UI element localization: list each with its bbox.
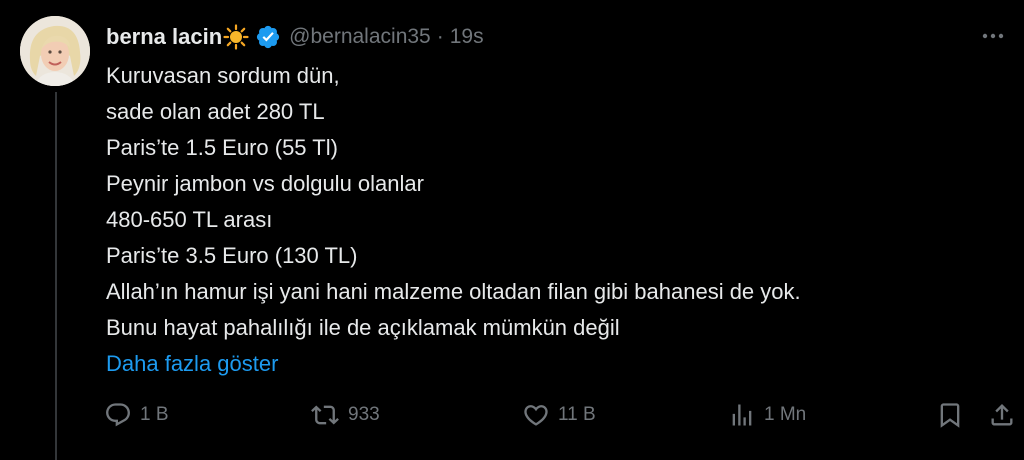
bookmark-icon bbox=[940, 403, 960, 428]
tweet-text-line: Paris’te 3.5 Euro (130 TL) bbox=[106, 243, 358, 268]
tweet-text-line: Allah’ın hamur işi yani hani malzeme olt… bbox=[106, 279, 801, 304]
views-button[interactable]: 1 Mn bbox=[728, 398, 806, 432]
more-icon[interactable] bbox=[978, 26, 1008, 46]
tweet-text-line: Kuruvasan sordum dün, bbox=[106, 63, 340, 88]
tweet-text-line: Peynir jambon vs dolgulu olanlar bbox=[106, 171, 424, 196]
retweet-icon bbox=[311, 405, 339, 425]
thread-line bbox=[55, 92, 57, 460]
share-icon bbox=[991, 404, 1013, 426]
retweet-count: 933 bbox=[348, 404, 380, 425]
show-more-link[interactable]: Daha fazla göster bbox=[106, 346, 1006, 382]
author-handle[interactable]: @bernalacin35 bbox=[289, 25, 431, 49]
verified-badge-icon[interactable] bbox=[255, 24, 281, 50]
views-count: 1 Mn bbox=[764, 404, 807, 425]
display-name[interactable]: berna lacin bbox=[106, 24, 222, 50]
views-icon bbox=[732, 404, 752, 426]
like-count: 11 B bbox=[558, 404, 596, 425]
tweet-text-line: Paris’te 1.5 Euro (55 Tl) bbox=[106, 135, 338, 160]
tweet-header: berna lacin @bernalacin35 · 19s bbox=[106, 20, 484, 54]
tweet-text-line: sade olan adet 280 TL bbox=[106, 99, 325, 124]
sun-icon bbox=[223, 24, 249, 50]
bookmark-button[interactable] bbox=[936, 398, 964, 432]
retweet-button[interactable]: 933 bbox=[310, 398, 380, 432]
reply-button[interactable]: 1 B bbox=[104, 398, 169, 432]
share-button[interactable] bbox=[988, 398, 1016, 432]
tweet-text: Kuruvasan sordum dün, sade olan adet 280… bbox=[106, 58, 1006, 382]
reply-count: 1 B bbox=[140, 404, 169, 425]
action-bar: 1 B 933 11 B 1 Mn bbox=[104, 398, 1018, 432]
like-icon bbox=[524, 405, 548, 426]
tweet-text-line: Bunu hayat pahalılığı ile de açıklamak m… bbox=[106, 315, 620, 340]
tweet-text-line: 480-650 TL arası bbox=[106, 207, 273, 232]
like-button[interactable]: 11 B bbox=[522, 398, 596, 432]
avatar[interactable] bbox=[20, 16, 90, 86]
timestamp[interactable]: 19s bbox=[450, 25, 484, 49]
separator-dot: · bbox=[436, 25, 444, 48]
reply-icon bbox=[106, 403, 130, 427]
